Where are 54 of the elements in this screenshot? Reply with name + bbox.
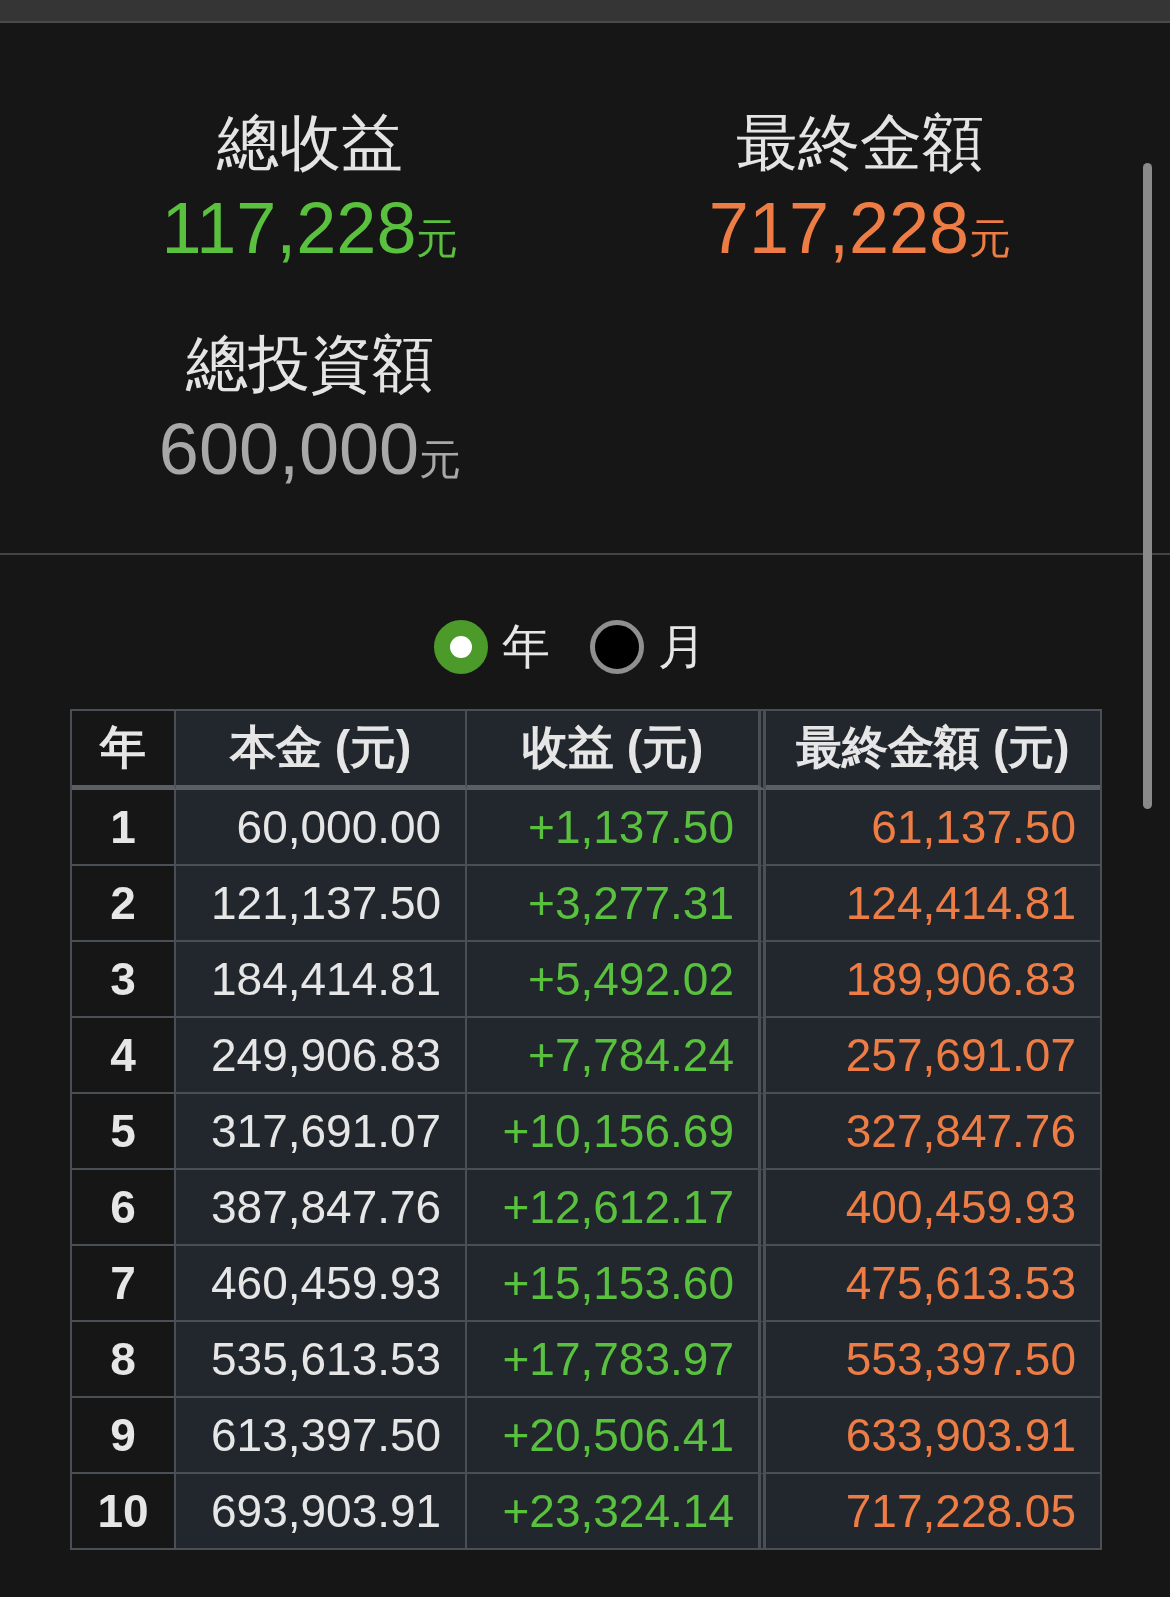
column-header: 年 <box>72 711 176 790</box>
table-cell: +15,153.60 <box>467 1246 766 1322</box>
stat-label: 總收益 <box>217 107 403 179</box>
radio-button[interactable] <box>434 620 488 674</box>
table-cell: +3,277.31 <box>467 866 766 942</box>
table-cell: 400,459.93 <box>765 1170 1100 1246</box>
table-cell: 717,228.05 <box>765 1474 1100 1548</box>
table-cell: 5 <box>72 1094 176 1170</box>
table-cell: +23,324.14 <box>467 1474 766 1548</box>
table-cell: 249,906.83 <box>176 1018 468 1094</box>
radio-button[interactable] <box>590 620 644 674</box>
table-cell: 2 <box>72 866 176 942</box>
radio-option[interactable]: 年 <box>434 615 550 679</box>
table-cell: 693,903.91 <box>176 1474 468 1548</box>
table-cell: 8 <box>72 1322 176 1398</box>
column-header: 收益 (元) <box>467 711 766 790</box>
table-cell: 633,903.91 <box>765 1398 1100 1474</box>
table-cell: 61,137.50 <box>765 790 1100 866</box>
table-cell: 613,397.50 <box>176 1398 468 1474</box>
table-cell: 257,691.07 <box>765 1018 1100 1094</box>
stat-value: 600,000元 <box>158 408 462 491</box>
table-cell: 9 <box>72 1398 176 1474</box>
table-cell: +12,612.17 <box>467 1170 766 1246</box>
table-cell: +20,506.41 <box>467 1398 766 1474</box>
table-cell: +5,492.02 <box>467 942 766 1018</box>
table-cell: 553,397.50 <box>765 1322 1100 1398</box>
table-cell: 535,613.53 <box>176 1322 468 1398</box>
table-cell: 3 <box>72 942 176 1018</box>
table-cell: 387,847.76 <box>176 1170 468 1246</box>
table-cell: +1,137.50 <box>467 790 766 866</box>
table-cell: 475,613.53 <box>765 1246 1100 1322</box>
table-cell: 124,414.81 <box>765 866 1100 942</box>
table-cell: 317,691.07 <box>176 1094 468 1170</box>
stat-label: 最終金額 <box>736 107 984 179</box>
table-cell: 327,847.76 <box>765 1094 1100 1170</box>
table-cell: 184,414.81 <box>176 942 468 1018</box>
column-header: 最終金額 (元) <box>765 711 1100 790</box>
table-cell: +7,784.24 <box>467 1018 766 1094</box>
table-cell: 1 <box>72 790 176 866</box>
column-header: 本金 (元) <box>176 711 468 790</box>
stat-label: 總投資額 <box>186 328 434 400</box>
scroll-bar[interactable] <box>1143 163 1152 809</box>
table-cell: 460,459.93 <box>176 1246 468 1322</box>
table-cell: 4 <box>72 1018 176 1094</box>
radio-option[interactable]: 月 <box>590 615 706 679</box>
table-cell: +17,783.97 <box>467 1322 766 1398</box>
stat-value: 117,228元 <box>161 187 459 270</box>
table-cell: 7 <box>72 1246 176 1322</box>
table-cell: +10,156.69 <box>467 1094 766 1170</box>
table-cell: 189,906.83 <box>765 942 1100 1018</box>
table-cell: 6 <box>72 1170 176 1246</box>
table-cell: 60,000.00 <box>176 790 468 866</box>
table-cell: 121,137.50 <box>176 866 468 942</box>
stat-value: 717,228元 <box>708 187 1012 270</box>
